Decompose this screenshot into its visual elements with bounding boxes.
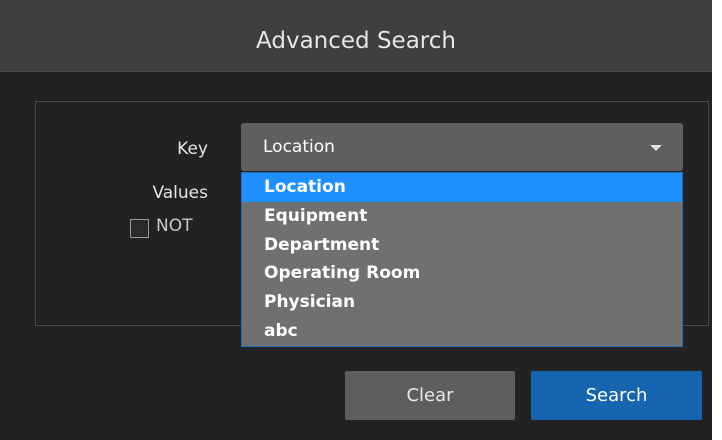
dropdown-option-operating-room[interactable]: Operating Room [242, 259, 682, 288]
not-checkbox-label[interactable]: NOT [156, 216, 192, 236]
not-checkbox[interactable] [130, 219, 149, 238]
clear-button[interactable]: Clear [345, 371, 515, 420]
dropdown-option-physician[interactable]: Physician [242, 288, 682, 317]
key-dropdown-list: Location Equipment Department Operating … [241, 172, 683, 347]
search-button[interactable]: Search [531, 371, 702, 420]
values-label: Values [152, 183, 208, 203]
key-select[interactable]: Location [241, 123, 683, 171]
key-select-value: Location [263, 137, 335, 157]
advanced-search-dialog: Advanced Search Key Values NOT Location … [0, 0, 712, 440]
dialog-title: Advanced Search [256, 28, 456, 54]
key-label: Key [177, 139, 208, 159]
dropdown-option-equipment[interactable]: Equipment [242, 202, 682, 231]
dropdown-option-abc[interactable]: abc [242, 317, 682, 346]
dropdown-option-location[interactable]: Location [242, 173, 682, 202]
chevron-down-icon [650, 145, 662, 151]
dropdown-option-department[interactable]: Department [242, 231, 682, 260]
dialog-header: Advanced Search [0, 0, 712, 72]
